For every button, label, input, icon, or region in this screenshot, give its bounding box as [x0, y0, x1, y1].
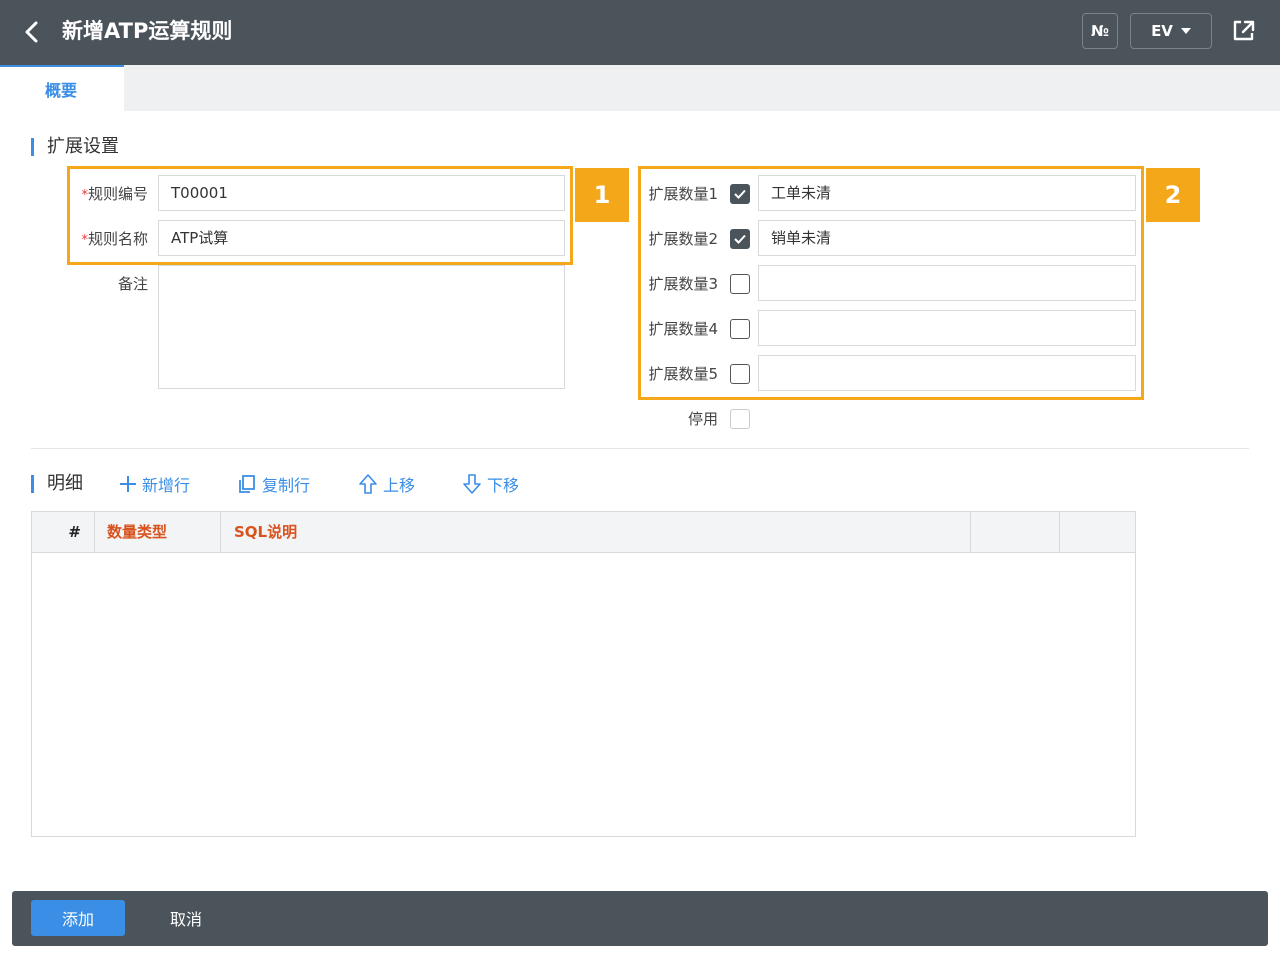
top-header: 新增ATP运算规则 № EV — [0, 0, 1280, 65]
footer-bar: 添加 取消 — [12, 891, 1268, 946]
detail-grid: # 数量类型 SQL说明 — [31, 511, 1136, 837]
app-window: 新增ATP运算规则 № EV 概要 扩展设置 *规则编号 T00001 *规则名… — [0, 0, 1280, 959]
column-index: # — [32, 512, 95, 552]
copy-icon — [239, 475, 255, 493]
move-down-label: 下移 — [487, 476, 520, 495]
tab-overview[interactable]: 概要 — [0, 65, 124, 111]
column-blank-1 — [971, 512, 1060, 552]
environment-dropdown[interactable]: EV — [1130, 13, 1212, 49]
arrow-down-icon — [463, 474, 481, 494]
add-button[interactable]: 添加 — [31, 900, 125, 936]
caret-down-icon — [1180, 28, 1191, 34]
callout-box-1 — [67, 166, 573, 265]
page-title: 新增ATP运算规则 — [62, 19, 233, 43]
column-blank-2 — [1060, 512, 1135, 552]
section-title-detail: 明细 — [31, 472, 83, 496]
arrow-up-icon — [359, 474, 377, 494]
environment-label: EV — [1151, 22, 1173, 40]
plus-icon — [120, 476, 136, 492]
cancel-button[interactable]: 取消 — [151, 900, 221, 936]
section-divider — [31, 448, 1249, 449]
section-title-settings: 扩展设置 — [31, 135, 119, 159]
back-arrow-icon[interactable] — [18, 16, 48, 48]
remark-label: 备注 — [117, 275, 148, 293]
add-row-button[interactable]: 新增行 — [118, 472, 190, 496]
column-sql-desc[interactable]: SQL说明 — [221, 512, 971, 552]
remark-textarea[interactable] — [158, 265, 565, 389]
tab-bar: 概要 — [0, 65, 1280, 111]
grid-header: # 数量类型 SQL说明 — [32, 512, 1135, 553]
disabled-checkbox[interactable] — [730, 409, 750, 429]
move-up-label: 上移 — [383, 476, 416, 495]
move-down-button[interactable]: 下移 — [461, 472, 519, 496]
number-button[interactable]: № — [1082, 13, 1118, 49]
external-link-icon[interactable] — [1228, 16, 1258, 46]
callout-badge-1: 1 — [575, 168, 629, 222]
column-qty-type[interactable]: 数量类型 — [95, 512, 221, 552]
number-label: № — [1090, 22, 1110, 40]
move-up-button[interactable]: 上移 — [357, 472, 415, 496]
copy-row-button[interactable]: 复制行 — [236, 472, 310, 496]
add-row-label: 新增行 — [142, 476, 191, 495]
disabled-label: 停用 — [687, 410, 718, 428]
copy-row-label: 复制行 — [262, 476, 311, 495]
callout-badge-2: 2 — [1146, 168, 1200, 222]
callout-box-2 — [638, 166, 1144, 400]
